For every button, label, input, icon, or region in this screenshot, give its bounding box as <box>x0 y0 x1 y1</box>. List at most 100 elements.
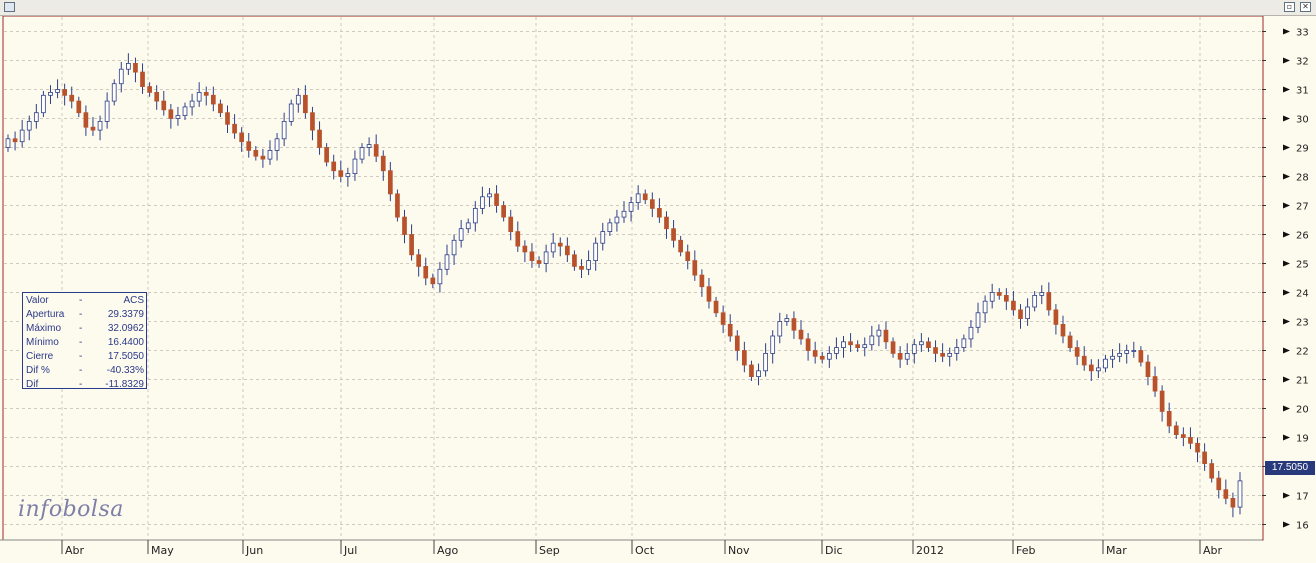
candle <box>841 336 846 358</box>
candle <box>126 53 131 75</box>
candle <box>543 244 549 273</box>
candle <box>331 154 337 180</box>
candle-body-down <box>239 132 245 143</box>
close-icon[interactable]: ✕ <box>1300 2 1311 12</box>
y-tick-label: 28 <box>1296 173 1309 184</box>
candle <box>777 312 783 344</box>
candle-body-down <box>926 341 931 348</box>
candle <box>642 189 648 205</box>
candle <box>685 244 691 270</box>
candle-body-up <box>1032 294 1038 308</box>
candle-body-down <box>515 231 521 247</box>
candle-body-down <box>1159 390 1165 412</box>
candle-body-down <box>565 245 570 256</box>
candle <box>480 186 485 215</box>
candle-body-down <box>579 265 584 270</box>
candle <box>409 224 414 261</box>
candle <box>387 162 393 202</box>
candle <box>182 102 188 120</box>
info-value: -40.33% <box>106 365 144 376</box>
candle <box>5 134 11 152</box>
candle-body-up <box>437 268 443 285</box>
candle <box>55 79 60 99</box>
y-tick-label: 22 <box>1296 347 1309 358</box>
candle <box>338 160 344 183</box>
info-row: Dif % - -40.33% <box>25 364 144 378</box>
chart-svg: 161718192021222324252627282930313233 Abr… <box>0 15 1309 557</box>
candle-body-up <box>33 112 39 122</box>
candle-body-down <box>657 207 662 218</box>
candle <box>210 86 216 112</box>
candle <box>1173 421 1179 439</box>
candle-body-down <box>76 100 82 114</box>
candle <box>1053 304 1059 335</box>
y-tick-arrow <box>1283 173 1290 180</box>
candlestick-chart[interactable]: 161718192021222324252627282930313233 Abr… <box>0 15 1316 559</box>
candle-body-down <box>798 329 804 340</box>
candle <box>1117 343 1122 363</box>
x-tick-label: Feb <box>1016 544 1035 557</box>
candle-body-down <box>69 94 75 102</box>
candle <box>1209 459 1215 483</box>
candle <box>770 330 776 364</box>
candle-body-up <box>126 63 131 70</box>
candle <box>848 333 853 352</box>
candle-body-down <box>1046 292 1052 311</box>
candle-body-down <box>1188 437 1193 444</box>
y-tick-label: 29 <box>1296 144 1309 155</box>
y-tick-label: 32 <box>1296 57 1309 68</box>
candle-body-up <box>841 341 846 348</box>
candle-body-down <box>317 129 322 148</box>
candle-body-down <box>1018 309 1023 319</box>
candle-body-up <box>55 89 60 93</box>
candle-body-down <box>260 155 266 160</box>
candle <box>444 244 450 276</box>
candle-body-up <box>954 347 960 354</box>
candle-body-up <box>104 100 110 122</box>
candle-body-down <box>529 251 535 261</box>
candle <box>239 127 245 152</box>
candle-body-up <box>48 92 53 96</box>
x-tick-label: Abr <box>65 544 85 557</box>
candle-body-down <box>1195 442 1200 453</box>
candle-body-down <box>501 205 506 218</box>
candle-body-down <box>203 92 209 96</box>
candle <box>218 99 223 118</box>
candle <box>33 104 39 129</box>
candle <box>1166 402 1172 434</box>
candle-body-up <box>770 335 776 354</box>
candle-body-down <box>1152 376 1158 392</box>
candle-body-down <box>324 147 329 163</box>
candle <box>968 320 974 348</box>
candle-body-up <box>487 193 492 198</box>
y-tick-arrow <box>1283 434 1290 441</box>
y-tick-arrow <box>1283 57 1290 64</box>
candle-body-up <box>869 335 875 346</box>
candle <box>458 220 464 248</box>
candle <box>48 85 53 104</box>
candle-body-up <box>607 222 613 232</box>
candle-body-up <box>904 352 910 360</box>
candle <box>154 85 160 110</box>
candle <box>345 167 351 187</box>
candle-body-down <box>430 277 436 285</box>
candle <box>487 188 492 207</box>
candle <box>1138 346 1144 367</box>
candle <box>692 250 698 281</box>
info-dash: - <box>79 337 83 348</box>
candle <box>366 137 372 157</box>
info-label: Apertura <box>26 309 65 320</box>
y-tick-label: 16 <box>1296 521 1309 532</box>
candle <box>706 278 712 309</box>
candle-body-up <box>968 326 974 340</box>
candle <box>118 61 124 93</box>
candle <box>529 243 535 268</box>
x-tick-label: Sep <box>539 544 560 557</box>
info-row: Valor - ACS <box>25 294 144 308</box>
info-dash: - <box>79 323 83 334</box>
candle-body-down <box>557 242 563 247</box>
restore-icon[interactable]: ▫ <box>1284 2 1295 12</box>
y-tick-arrow <box>1283 231 1290 238</box>
candle <box>1060 315 1066 344</box>
candle <box>862 337 868 357</box>
